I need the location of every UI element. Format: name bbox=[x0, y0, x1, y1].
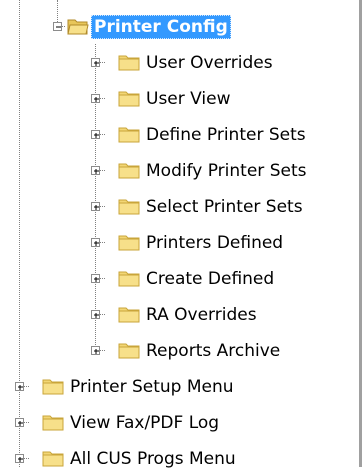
collapse-toggle[interactable] bbox=[53, 22, 62, 31]
expand-toggle[interactable] bbox=[15, 454, 24, 463]
tree-node-user-view[interactable]: User View bbox=[0, 86, 362, 114]
expand-toggle[interactable] bbox=[91, 202, 100, 211]
expand-toggle[interactable] bbox=[91, 58, 100, 67]
plus-icon bbox=[94, 277, 99, 282]
folder-icon bbox=[118, 91, 140, 107]
plus-icon bbox=[94, 169, 99, 174]
plus-icon bbox=[94, 61, 99, 66]
tree-node-reports-archive[interactable]: Reports Archive bbox=[0, 338, 362, 366]
tree-node-label[interactable]: Reports Archive bbox=[144, 339, 282, 363]
tree-node-printer-config[interactable]: Printer Config bbox=[0, 14, 362, 42]
tree-node-all-cus-progs-menu[interactable]: All CUS Progs Menu bbox=[0, 446, 362, 474]
tree-node-label[interactable]: Modify Printer Sets bbox=[144, 159, 308, 183]
minus-icon bbox=[56, 26, 61, 28]
expand-toggle[interactable] bbox=[15, 418, 24, 427]
tree-node-printers-defined[interactable]: Printers Defined bbox=[0, 230, 362, 258]
plus-icon bbox=[18, 385, 23, 390]
folder-icon bbox=[118, 199, 140, 215]
tree-node-label[interactable]: View Fax/PDF Log bbox=[68, 411, 221, 435]
tree-node-label[interactable]: User Overrides bbox=[144, 51, 275, 75]
plus-icon bbox=[94, 241, 99, 246]
tree-node-label[interactable]: Define Printer Sets bbox=[144, 123, 308, 147]
tree-node-select-printer-sets[interactable]: Select Printer Sets bbox=[0, 194, 362, 222]
folder-icon bbox=[118, 163, 140, 179]
folder-icon bbox=[118, 127, 140, 143]
folder-icon bbox=[118, 307, 140, 323]
folder-tree: Printer Config User Overrides User View bbox=[0, 0, 362, 469]
plus-icon bbox=[94, 313, 99, 318]
tree-node-label[interactable]: Select Printer Sets bbox=[144, 195, 305, 219]
folder-icon bbox=[118, 271, 140, 287]
tree-node-label[interactable]: Printer Config bbox=[91, 15, 231, 39]
folder-icon bbox=[42, 379, 64, 395]
folder-icon bbox=[118, 235, 140, 251]
tree-node-label[interactable]: Create Defined bbox=[144, 267, 276, 291]
expand-toggle[interactable] bbox=[91, 346, 100, 355]
tree-node-printer-setup-menu[interactable]: Printer Setup Menu bbox=[0, 374, 362, 402]
tree-node-label[interactable]: Printers Defined bbox=[144, 231, 285, 255]
folder-icon bbox=[118, 343, 140, 359]
tree-node-modify-printer-sets[interactable]: Modify Printer Sets bbox=[0, 158, 362, 186]
plus-icon bbox=[18, 421, 23, 426]
expand-toggle[interactable] bbox=[91, 130, 100, 139]
tree-node-label[interactable]: All CUS Progs Menu bbox=[68, 447, 238, 471]
folder-icon bbox=[42, 415, 64, 431]
tree-node-view-fax-pdf-log[interactable]: View Fax/PDF Log bbox=[0, 410, 362, 438]
tree-node-create-defined[interactable]: Create Defined bbox=[0, 266, 362, 294]
plus-icon bbox=[94, 97, 99, 102]
expand-toggle[interactable] bbox=[91, 238, 100, 247]
expand-toggle[interactable] bbox=[91, 166, 100, 175]
plus-icon bbox=[18, 457, 23, 462]
plus-icon bbox=[94, 205, 99, 210]
expand-toggle[interactable] bbox=[91, 274, 100, 283]
folder-icon bbox=[118, 55, 140, 71]
plus-icon bbox=[94, 349, 99, 354]
expand-toggle[interactable] bbox=[15, 382, 24, 391]
tree-node-label[interactable]: RA Overrides bbox=[144, 303, 259, 327]
tree-node-label[interactable]: Printer Setup Menu bbox=[68, 375, 236, 399]
expand-toggle[interactable] bbox=[91, 310, 100, 319]
tree-node-user-overrides[interactable]: User Overrides bbox=[0, 50, 362, 78]
folder-icon bbox=[42, 451, 64, 467]
plus-icon bbox=[94, 133, 99, 138]
tree-node-define-printer-sets[interactable]: Define Printer Sets bbox=[0, 122, 362, 150]
tree-node-label[interactable]: User View bbox=[144, 87, 233, 111]
tree-node-ra-overrides[interactable]: RA Overrides bbox=[0, 302, 362, 330]
expand-toggle[interactable] bbox=[91, 94, 100, 103]
folder-open-icon bbox=[67, 19, 89, 35]
